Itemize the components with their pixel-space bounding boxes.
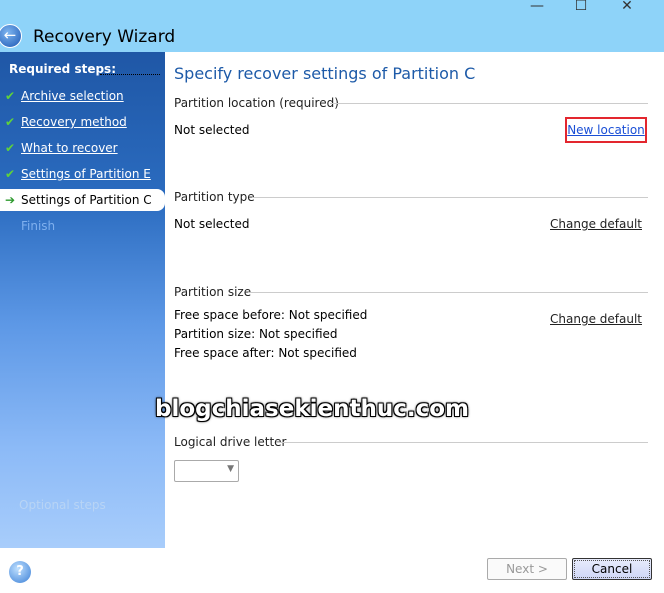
change-size-link[interactable]: Change default: [545, 312, 642, 326]
step-archive-selection[interactable]: ✔ Archive selection: [0, 85, 165, 107]
step-recovery-method[interactable]: ✔ Recovery method: [0, 111, 165, 133]
step-settings-partition-e[interactable]: ✔ Settings of Partition E: [0, 163, 165, 185]
section-partition-location: Partition location (required): [174, 96, 339, 110]
next-button[interactable]: Next >: [487, 558, 567, 580]
location-value: Not selected: [174, 123, 250, 137]
free-space-before: Free space before: Not specified: [174, 308, 368, 322]
section-drive-letter: Logical drive letter: [174, 435, 287, 449]
title-bar: ← Recovery Wizard — ☐ ✕: [0, 0, 664, 52]
steps-sidebar: Required steps: ✔ Archive selection ✔ Reco…: [0, 52, 165, 548]
step-label: Archive selection: [21, 89, 124, 103]
partition-size-value: Partition size: Not specified: [174, 327, 338, 341]
arrow-right-icon: ➔: [5, 193, 16, 207]
new-location-link[interactable]: New location: [565, 117, 647, 143]
page-title: Specify recover settings of Partition C: [174, 64, 476, 83]
step-label: Settings of Partition E: [21, 167, 151, 181]
free-space-after: Free space after: Not specified: [174, 346, 357, 360]
divider: [276, 442, 648, 443]
drive-letter-select[interactable]: ▼: [174, 460, 239, 482]
checkmark-icon: ✔: [5, 89, 16, 103]
close-button[interactable]: ✕: [617, 0, 637, 14]
chevron-down-icon: ▼: [227, 464, 234, 474]
step-settings-partition-c[interactable]: ➔ Settings of Partition C: [0, 189, 165, 211]
step-finish: Finish: [0, 215, 165, 237]
divider: [330, 103, 648, 104]
divider: [248, 292, 648, 293]
step-what-to-recover[interactable]: ✔ What to recover: [0, 137, 165, 159]
step-label: Finish: [21, 219, 56, 233]
step-label: What to recover: [21, 141, 118, 155]
cancel-button[interactable]: Cancel: [572, 558, 652, 580]
maximize-button[interactable]: ☐: [571, 0, 591, 14]
change-type-link[interactable]: Change default: [545, 217, 642, 231]
checkmark-icon: ✔: [5, 141, 16, 155]
window-title: Recovery Wizard: [33, 27, 176, 47]
back-arrow-icon[interactable]: ←: [0, 24, 22, 48]
step-label: Recovery method: [21, 115, 127, 129]
checkmark-icon: ✔: [5, 167, 16, 181]
minimize-button[interactable]: —: [527, 0, 547, 14]
optional-steps-label: Optional steps: [19, 498, 106, 512]
section-partition-size: Partition size: [174, 285, 252, 299]
checkmark-icon: ✔: [5, 115, 16, 129]
step-label: Settings of Partition C: [21, 193, 152, 207]
help-icon[interactable]: ?: [9, 561, 31, 583]
divider: [252, 197, 648, 198]
type-value: Not selected: [174, 217, 250, 231]
watermark: blogchiasekienthuc.com: [155, 396, 469, 422]
divider: [100, 74, 160, 75]
section-partition-type: Partition type: [174, 190, 255, 204]
